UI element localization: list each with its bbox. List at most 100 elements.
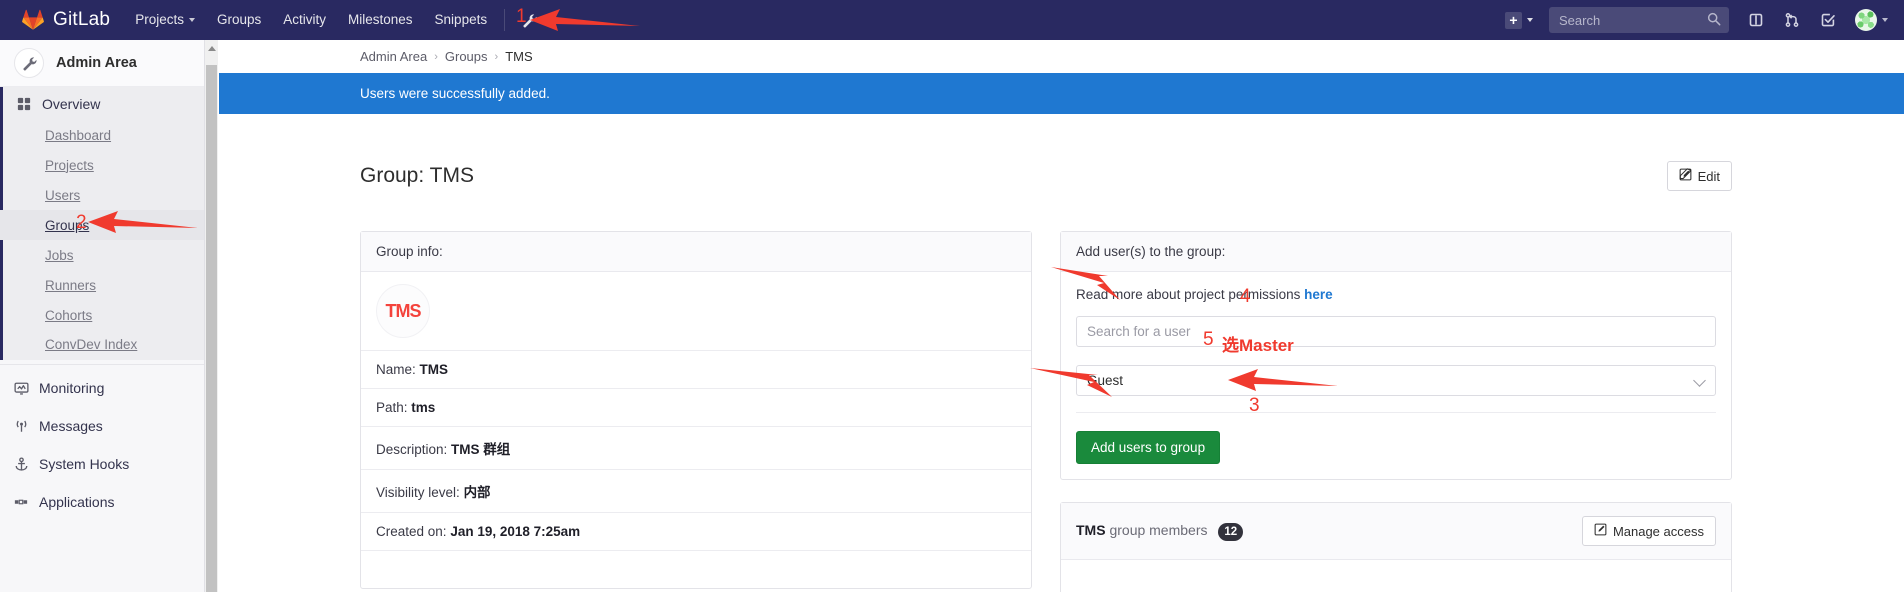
group-info-value-name: TMS: [419, 362, 449, 378]
add-users-panel: Add user(s) to the group: Read more abou…: [1060, 231, 1732, 481]
gitlab-tanuki-icon: [22, 9, 44, 31]
breadcrumb-current: TMS: [505, 49, 533, 64]
merge-request-icon[interactable]: [1775, 12, 1809, 28]
group-info-label-name: Name:: [376, 362, 416, 378]
todos-checkbox-icon[interactable]: [1811, 12, 1845, 28]
pencil-square-icon: [1679, 168, 1692, 184]
group-info-value-description: TMS 群组: [451, 442, 511, 458]
broadcast-icon: [13, 419, 29, 434]
gitlab-home-link[interactable]: GitLab: [0, 9, 124, 31]
top-navbar: GitLab Projects Groups Activity Mileston…: [0, 0, 1904, 40]
nav-activity[interactable]: Activity: [272, 0, 337, 40]
add-users-column: Add user(s) to the group: Read more abou…: [1060, 231, 1732, 592]
navbar-right: +: [1499, 7, 1904, 33]
group-members-title: TMS group members 12: [1076, 521, 1244, 541]
permissions-here-link[interactable]: here: [1304, 287, 1333, 302]
sidebar-item-convdev-index[interactable]: ConvDev Index: [3, 330, 204, 360]
sidebar-item-projects[interactable]: Projects: [3, 150, 204, 180]
chevron-down-icon: [1527, 18, 1533, 22]
group-info-label-path: Path:: [376, 400, 408, 416]
sidebar-item-groups[interactable]: Groups: [0, 210, 204, 240]
sidebar-item-overview-label: Overview: [42, 95, 101, 112]
group-logo: TMS: [376, 284, 430, 339]
new-item-dropdown[interactable]: +: [1499, 11, 1539, 29]
scrollbar-thumb[interactable]: [206, 65, 217, 592]
group-info-value-path: tms: [411, 400, 436, 416]
group-info-panel-title: Group info:: [376, 244, 443, 260]
group-members-count-badge: 12: [1218, 522, 1244, 541]
user-search-input[interactable]: [1076, 316, 1716, 348]
breadcrumb: Admin Area › Groups › TMS: [219, 40, 1904, 73]
group-info-column: Group info: TMS Name: TMS Path: tms Desc…: [360, 231, 1032, 592]
sidebar-item-jobs[interactable]: Jobs: [3, 240, 204, 270]
sidebar-item-dashboard[interactable]: Dashboard: [3, 120, 204, 150]
group-logo-row: TMS: [361, 272, 1031, 352]
sidebar-divider: [0, 364, 204, 365]
group-info-row-path: Path: tms: [361, 389, 1031, 428]
add-users-to-group-button[interactable]: Add users to group: [1076, 431, 1221, 465]
edit-button[interactable]: Edit: [1666, 161, 1732, 192]
group-members-panel: TMS group members 12 Manage access: [1060, 502, 1732, 592]
sidebar-item-applications-label: Applications: [39, 494, 115, 510]
search-box[interactable]: [1549, 7, 1729, 33]
chevron-down-icon: [188, 18, 195, 22]
search-input[interactable]: [1557, 11, 1707, 29]
sidebar-item-monitoring[interactable]: Monitoring: [0, 369, 204, 407]
group-info-panel-header: Group info:: [361, 232, 1031, 273]
breadcrumb-separator: ›: [434, 50, 438, 63]
nav-divider: [504, 9, 506, 31]
sidebar-item-applications[interactable]: Applications: [0, 483, 204, 521]
user-menu[interactable]: [1847, 9, 1888, 31]
sidebar-scrollbar[interactable]: [205, 40, 218, 592]
sidebar-item-overview[interactable]: Overview: [0, 87, 204, 120]
admin-area-wrench-icon[interactable]: [511, 13, 548, 28]
sidebar-item-runners[interactable]: Runners: [3, 270, 204, 300]
page-header: Group: TMS Edit: [219, 114, 1904, 202]
content-columns: Group info: TMS Name: TMS Path: tms Desc…: [219, 202, 1904, 592]
permissions-hint: Read more about project permissions here: [1076, 287, 1716, 302]
sidebar-item-monitoring-label: Monitoring: [39, 380, 105, 396]
group-info-label-created: Created on:: [376, 524, 447, 540]
success-alert-message: Users were successfully added.: [360, 86, 550, 101]
sidebar-header: Admin Area: [0, 40, 204, 87]
group-members-list-placeholder: [1061, 560, 1731, 592]
applications-icon: [13, 495, 29, 509]
group-info-row-extra: [361, 551, 1031, 588]
breadcrumb-groups[interactable]: Groups: [445, 49, 488, 64]
sidebar-item-system-hooks[interactable]: System Hooks: [0, 445, 204, 483]
group-members-panel-header: TMS group members 12 Manage access: [1061, 503, 1731, 561]
success-alert: Users were successfully added.: [219, 73, 1904, 114]
avatar: [1855, 9, 1877, 31]
group-info-label-description: Description:: [376, 442, 448, 458]
manage-access-label: Manage access: [1612, 523, 1704, 539]
group-info-panel: Group info: TMS Name: TMS Path: tms Desc…: [360, 231, 1032, 590]
nav-projects[interactable]: Projects: [124, 0, 206, 40]
nav-milestones[interactable]: Milestones: [337, 0, 424, 40]
nav-groups[interactable]: Groups: [206, 0, 272, 40]
primary-nav: Projects Groups Activity Milestones Snip…: [124, 0, 548, 40]
issues-board-icon[interactable]: [1739, 12, 1773, 28]
group-members-label: group members: [1109, 521, 1208, 538]
add-users-panel-header: Add user(s) to the group:: [1061, 232, 1731, 273]
sidebar-item-messages[interactable]: Messages: [0, 407, 204, 445]
nav-projects-label: Projects: [135, 12, 184, 27]
manage-access-button[interactable]: Manage access: [1581, 516, 1716, 547]
pencil-square-icon: [1594, 523, 1607, 539]
wrench-icon: [14, 48, 44, 78]
group-info-value-visibility: 内部: [463, 485, 491, 501]
plus-icon: +: [1505, 11, 1522, 29]
scroll-up-arrow-icon[interactable]: [208, 46, 216, 51]
permissions-hint-text: Read more about project permissions: [1076, 287, 1301, 303]
sidebar-item-users[interactable]: Users: [3, 180, 204, 210]
sidebar-item-messages-label: Messages: [39, 418, 103, 434]
chevron-down-icon: [1882, 18, 1888, 22]
nav-snippets[interactable]: Snippets: [424, 0, 499, 40]
group-info-row-name: Name: TMS: [361, 351, 1031, 390]
access-level-select-wrapper[interactable]: [1076, 365, 1716, 397]
sidebar-item-cohorts[interactable]: Cohorts: [3, 300, 204, 330]
access-level-select[interactable]: [1076, 365, 1716, 397]
sidebar-title: Admin Area: [56, 55, 137, 71]
page-title: Group: TMS: [360, 164, 474, 188]
breadcrumb-admin-area[interactable]: Admin Area: [360, 49, 427, 64]
anchor-hook-icon: [13, 456, 29, 472]
